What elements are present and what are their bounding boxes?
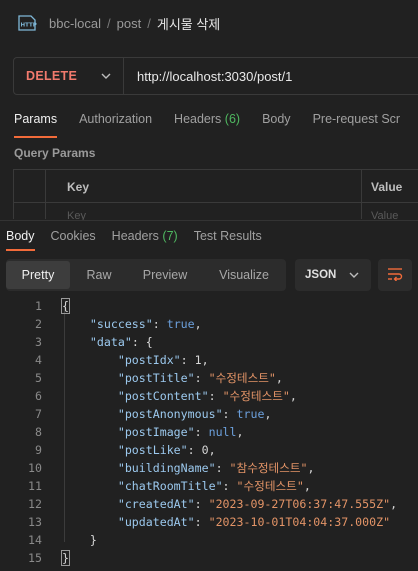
chevron-down-icon <box>347 268 361 282</box>
line-number: 2 <box>35 317 42 331</box>
code-line: 7 "postAnonymous": true, <box>0 405 418 423</box>
view-raw-button[interactable]: Raw <box>70 261 128 289</box>
format-label: JSON <box>305 269 337 281</box>
line-number: 15 <box>28 551 42 565</box>
code-line: 11 "chatRoomTitle": "수정테스트", <box>0 477 418 495</box>
response-headers-count: (7) <box>162 229 178 243</box>
code-line: 13 "updatedAt": "2023-10-01T04:04:37.000… <box>0 513 418 531</box>
response-body-code[interactable]: 1{2 "success": true, 3 "data": {4 "postId… <box>0 297 418 567</box>
line-number: 12 <box>28 497 42 511</box>
code-line: 10 "buildingName": "참수정테스트", <box>0 459 418 477</box>
column-header-key: Key <box>67 180 90 194</box>
checkbox-column <box>14 170 46 219</box>
request-name[interactable]: 게시물 삭제 <box>157 14 220 33</box>
tab-pre-request-script[interactable]: Pre-request Scr <box>313 104 401 138</box>
table-divider <box>14 202 418 203</box>
line-number: 14 <box>28 533 42 547</box>
breadcrumb-item-collection[interactable]: bbc-local <box>49 16 101 31</box>
code-line: 12 "createdAt": "2023-09-27T06:37:47.555… <box>0 495 418 513</box>
method-label: DELETE <box>26 69 78 83</box>
request-tabs: Params Authorization Headers (6) Body Pr… <box>0 104 418 138</box>
breadcrumb-separator: / <box>107 15 111 31</box>
line-number: 7 <box>35 407 42 421</box>
method-select[interactable]: DELETE <box>14 58 124 94</box>
url-input[interactable]: http://localhost:3030/post/1 <box>124 69 292 84</box>
code-text: "postTitle": "수정테스트", <box>117 371 283 385</box>
code-line: 3 "data": { <box>0 333 418 351</box>
tab-cookies[interactable]: Cookies <box>51 221 96 253</box>
code-text: "chatRoomTitle": "수정테스트", <box>117 479 311 493</box>
code-line: 5 "postTitle": "수정테스트", <box>0 369 418 387</box>
code-line: 2 "success": true, <box>0 315 418 333</box>
code-text: "postContent": "수정테스트", <box>117 389 297 403</box>
wrap-lines-icon <box>387 267 403 284</box>
code-line: 9 "postLike": 0, <box>0 441 418 459</box>
query-params-title: Query Params <box>14 146 96 160</box>
tab-test-results[interactable]: Test Results <box>194 221 262 253</box>
code-line: 1{ <box>0 297 418 315</box>
line-number: 9 <box>35 443 42 457</box>
tab-response-body[interactable]: Body <box>6 221 35 253</box>
tab-body[interactable]: Body <box>262 104 291 138</box>
code-text: "postIdx": 1, <box>117 353 209 367</box>
code-text: { <box>61 298 70 314</box>
line-number: 3 <box>35 335 42 349</box>
chevron-down-icon <box>99 69 113 83</box>
tab-authorization[interactable]: Authorization <box>79 104 152 138</box>
wrap-lines-button[interactable] <box>378 259 412 291</box>
code-text: "postLike": 0, <box>117 443 216 457</box>
view-preview-button[interactable]: Preview <box>128 261 202 289</box>
line-number: 11 <box>28 479 42 493</box>
key-column <box>46 170 362 219</box>
line-number: 6 <box>35 389 42 403</box>
headers-count: (6) <box>224 112 241 126</box>
column-header-value: Value <box>371 180 403 194</box>
query-params-table: Key Value Key Value <box>13 169 418 222</box>
response-tabs: Body Cookies Headers (7) Test Results <box>0 221 278 253</box>
response-panel: Body Cookies Headers (7) Test Results Pr… <box>0 220 418 571</box>
line-number: 8 <box>35 425 42 439</box>
code-line: 14 } <box>0 531 418 549</box>
line-number: 4 <box>35 353 42 367</box>
breadcrumb: HTTP bbc-local / post / 게시물 삭제 <box>0 0 418 46</box>
code-text: "buildingName": "참수정테스트", <box>117 461 315 475</box>
code-text: "success": true, <box>89 317 202 331</box>
code-text: "updatedAt": "2023-10-01T04:04:37.000Z" <box>117 515 391 529</box>
breadcrumb-separator: / <box>147 15 151 31</box>
line-number: 10 <box>28 461 42 475</box>
code-text: "createdAt": "2023-09-27T06:37:47.555Z", <box>117 497 398 511</box>
code-line: 4 "postIdx": 1, <box>0 351 418 369</box>
code-line: 15} <box>0 549 418 567</box>
svg-text:HTTP: HTTP <box>21 23 37 29</box>
code-line: 6 "postContent": "수정테스트", <box>0 387 418 405</box>
code-text: } <box>61 550 70 566</box>
view-visualize-button[interactable]: Visualize <box>202 261 286 289</box>
code-text: "postAnonymous": true, <box>117 407 272 421</box>
tab-headers[interactable]: Headers (6) <box>174 104 240 138</box>
code-text: "postImage": null, <box>117 425 244 439</box>
code-text: } <box>89 533 97 547</box>
view-mode-bar: Pretty Raw Preview Visualize <box>6 259 286 291</box>
http-icon: HTTP <box>17 14 37 32</box>
request-url-bar: DELETE http://localhost:3030/post/1 <box>13 57 418 95</box>
tab-response-headers[interactable]: Headers (7) <box>112 221 178 253</box>
line-number: 1 <box>35 299 42 313</box>
line-number: 5 <box>35 371 42 385</box>
format-select[interactable]: JSON <box>295 259 371 291</box>
code-line: 8 "postImage": null, <box>0 423 418 441</box>
view-pretty-button[interactable]: Pretty <box>6 261 70 289</box>
tab-params[interactable]: Params <box>14 104 58 138</box>
breadcrumb-item-folder[interactable]: post <box>117 16 142 31</box>
line-number: 13 <box>28 515 42 529</box>
code-text: "data": { <box>89 335 153 349</box>
